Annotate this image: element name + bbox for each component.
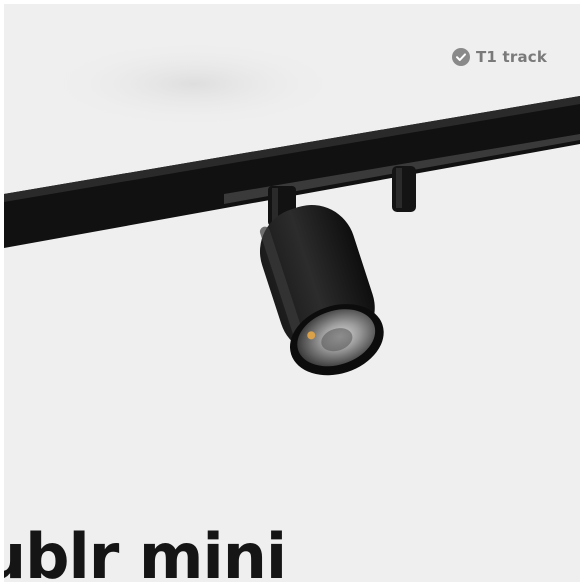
badge-label: T1 track	[476, 48, 548, 66]
product-name: ublr mini	[4, 520, 287, 582]
ceiling-shadow	[44, 39, 344, 129]
product-image	[4, 39, 580, 376]
check-circle-icon	[452, 48, 470, 66]
product-card[interactable]: T1 track ublr mini	[4, 4, 580, 582]
track-connector	[392, 166, 416, 212]
track-badge: T1 track	[452, 48, 547, 66]
